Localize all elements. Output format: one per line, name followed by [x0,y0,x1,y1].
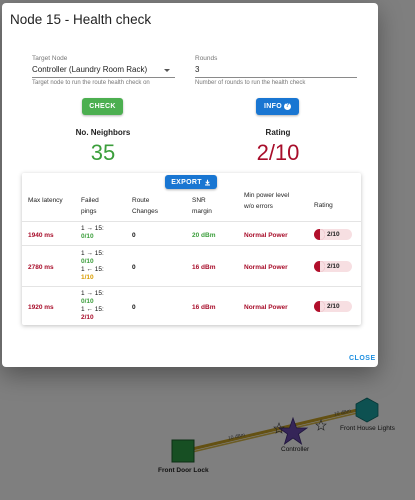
cell-latency: 1940 ms [28,232,54,239]
header-route-changes: Route Changes [132,197,159,215]
neighbors-title: No. Neighbors [75,128,131,137]
cell-ping-dir: 1 → 15: [81,250,104,257]
cell-route-changes: 0 [132,264,136,271]
header-max-latency: Max latency [28,197,63,204]
cell-ping-val: 1/10 [81,274,94,281]
rounds-label: Rounds [195,55,218,62]
neighbors-value: 35 [90,140,116,165]
header-snr-margin: SNR margin [192,197,212,215]
cell-power: Normal Power [244,264,288,271]
cell-ping-dir: 1 ← 15: [81,306,104,313]
row-divider [22,221,361,222]
results-table: EXPORT Max latency Failed pings Route Ch… [22,173,361,325]
target-node-label: Target Node [32,55,68,62]
rounds-input[interactable]: 3 [195,65,199,74]
cell-snr: 16 dBm [192,264,216,271]
rating-indicator-icon [314,229,325,240]
health-check-dialog: Node 15 - Health check Target Node Contr… [2,3,378,367]
header-min-power: Min power level w/o errors [244,192,290,210]
cell-snr: 20 dBm [192,232,216,239]
cell-ping-val: 0/10 [81,258,94,265]
target-node-value[interactable]: Controller (Laundry Room Rack) [32,65,147,74]
export-button[interactable]: EXPORT [165,175,217,189]
rating-badge: 2/10 [314,301,352,312]
rating-badge: 2/10 [314,229,352,240]
cell-latency: 1920 ms [28,304,54,311]
rating-badge-text: 2/10 [327,231,340,238]
cell-ping-val: 0/10 [81,233,94,240]
close-button[interactable]: CLOSE [349,355,376,362]
dialog-title: Node 15 - Health check [10,12,152,27]
rating-value: 2/10 [256,140,300,165]
target-node-help: Target node to run the route health chec… [32,80,150,86]
rounds-help: Number of rounds to run the health check [195,80,306,86]
rating-indicator-icon [314,301,325,312]
rating-badge-text: 2/10 [327,303,340,310]
rating-title: Rating [265,128,291,137]
cell-ping-val: 0/10 [81,298,94,305]
rounds-underline [195,77,357,78]
help-circle-icon: ? [283,103,291,110]
export-button-label: EXPORT [171,178,202,186]
chevron-down-icon[interactable] [164,69,170,72]
row-divider [22,286,361,287]
cell-route-changes: 0 [132,232,136,239]
header-rating: Rating [314,202,333,209]
rating-badge-text: 2/10 [327,263,340,270]
info-button[interactable]: INFO ? [256,98,299,115]
cell-route-changes: 0 [132,304,136,311]
row-divider [22,245,361,246]
cell-ping-dir: 1 → 15: [81,225,104,232]
rating-indicator-icon [314,261,325,272]
target-node-underline [32,77,175,78]
check-button-label: CHECK [89,103,116,110]
cell-power: Normal Power [244,304,288,311]
cell-power: Normal Power [244,232,288,239]
download-icon [204,179,210,185]
rating-badge: 2/10 [314,261,352,272]
header-failed-pings: Failed pings [81,197,99,215]
cell-ping-dir: 1 ← 15: [81,266,104,273]
check-button[interactable]: CHECK [82,98,123,115]
cell-latency: 2780 ms [28,264,54,271]
cell-snr: 16 dBm [192,304,216,311]
info-button-label: INFO [264,103,282,110]
cell-ping-dir: 1 → 15: [81,290,104,297]
cell-ping-val: 2/10 [81,314,94,321]
